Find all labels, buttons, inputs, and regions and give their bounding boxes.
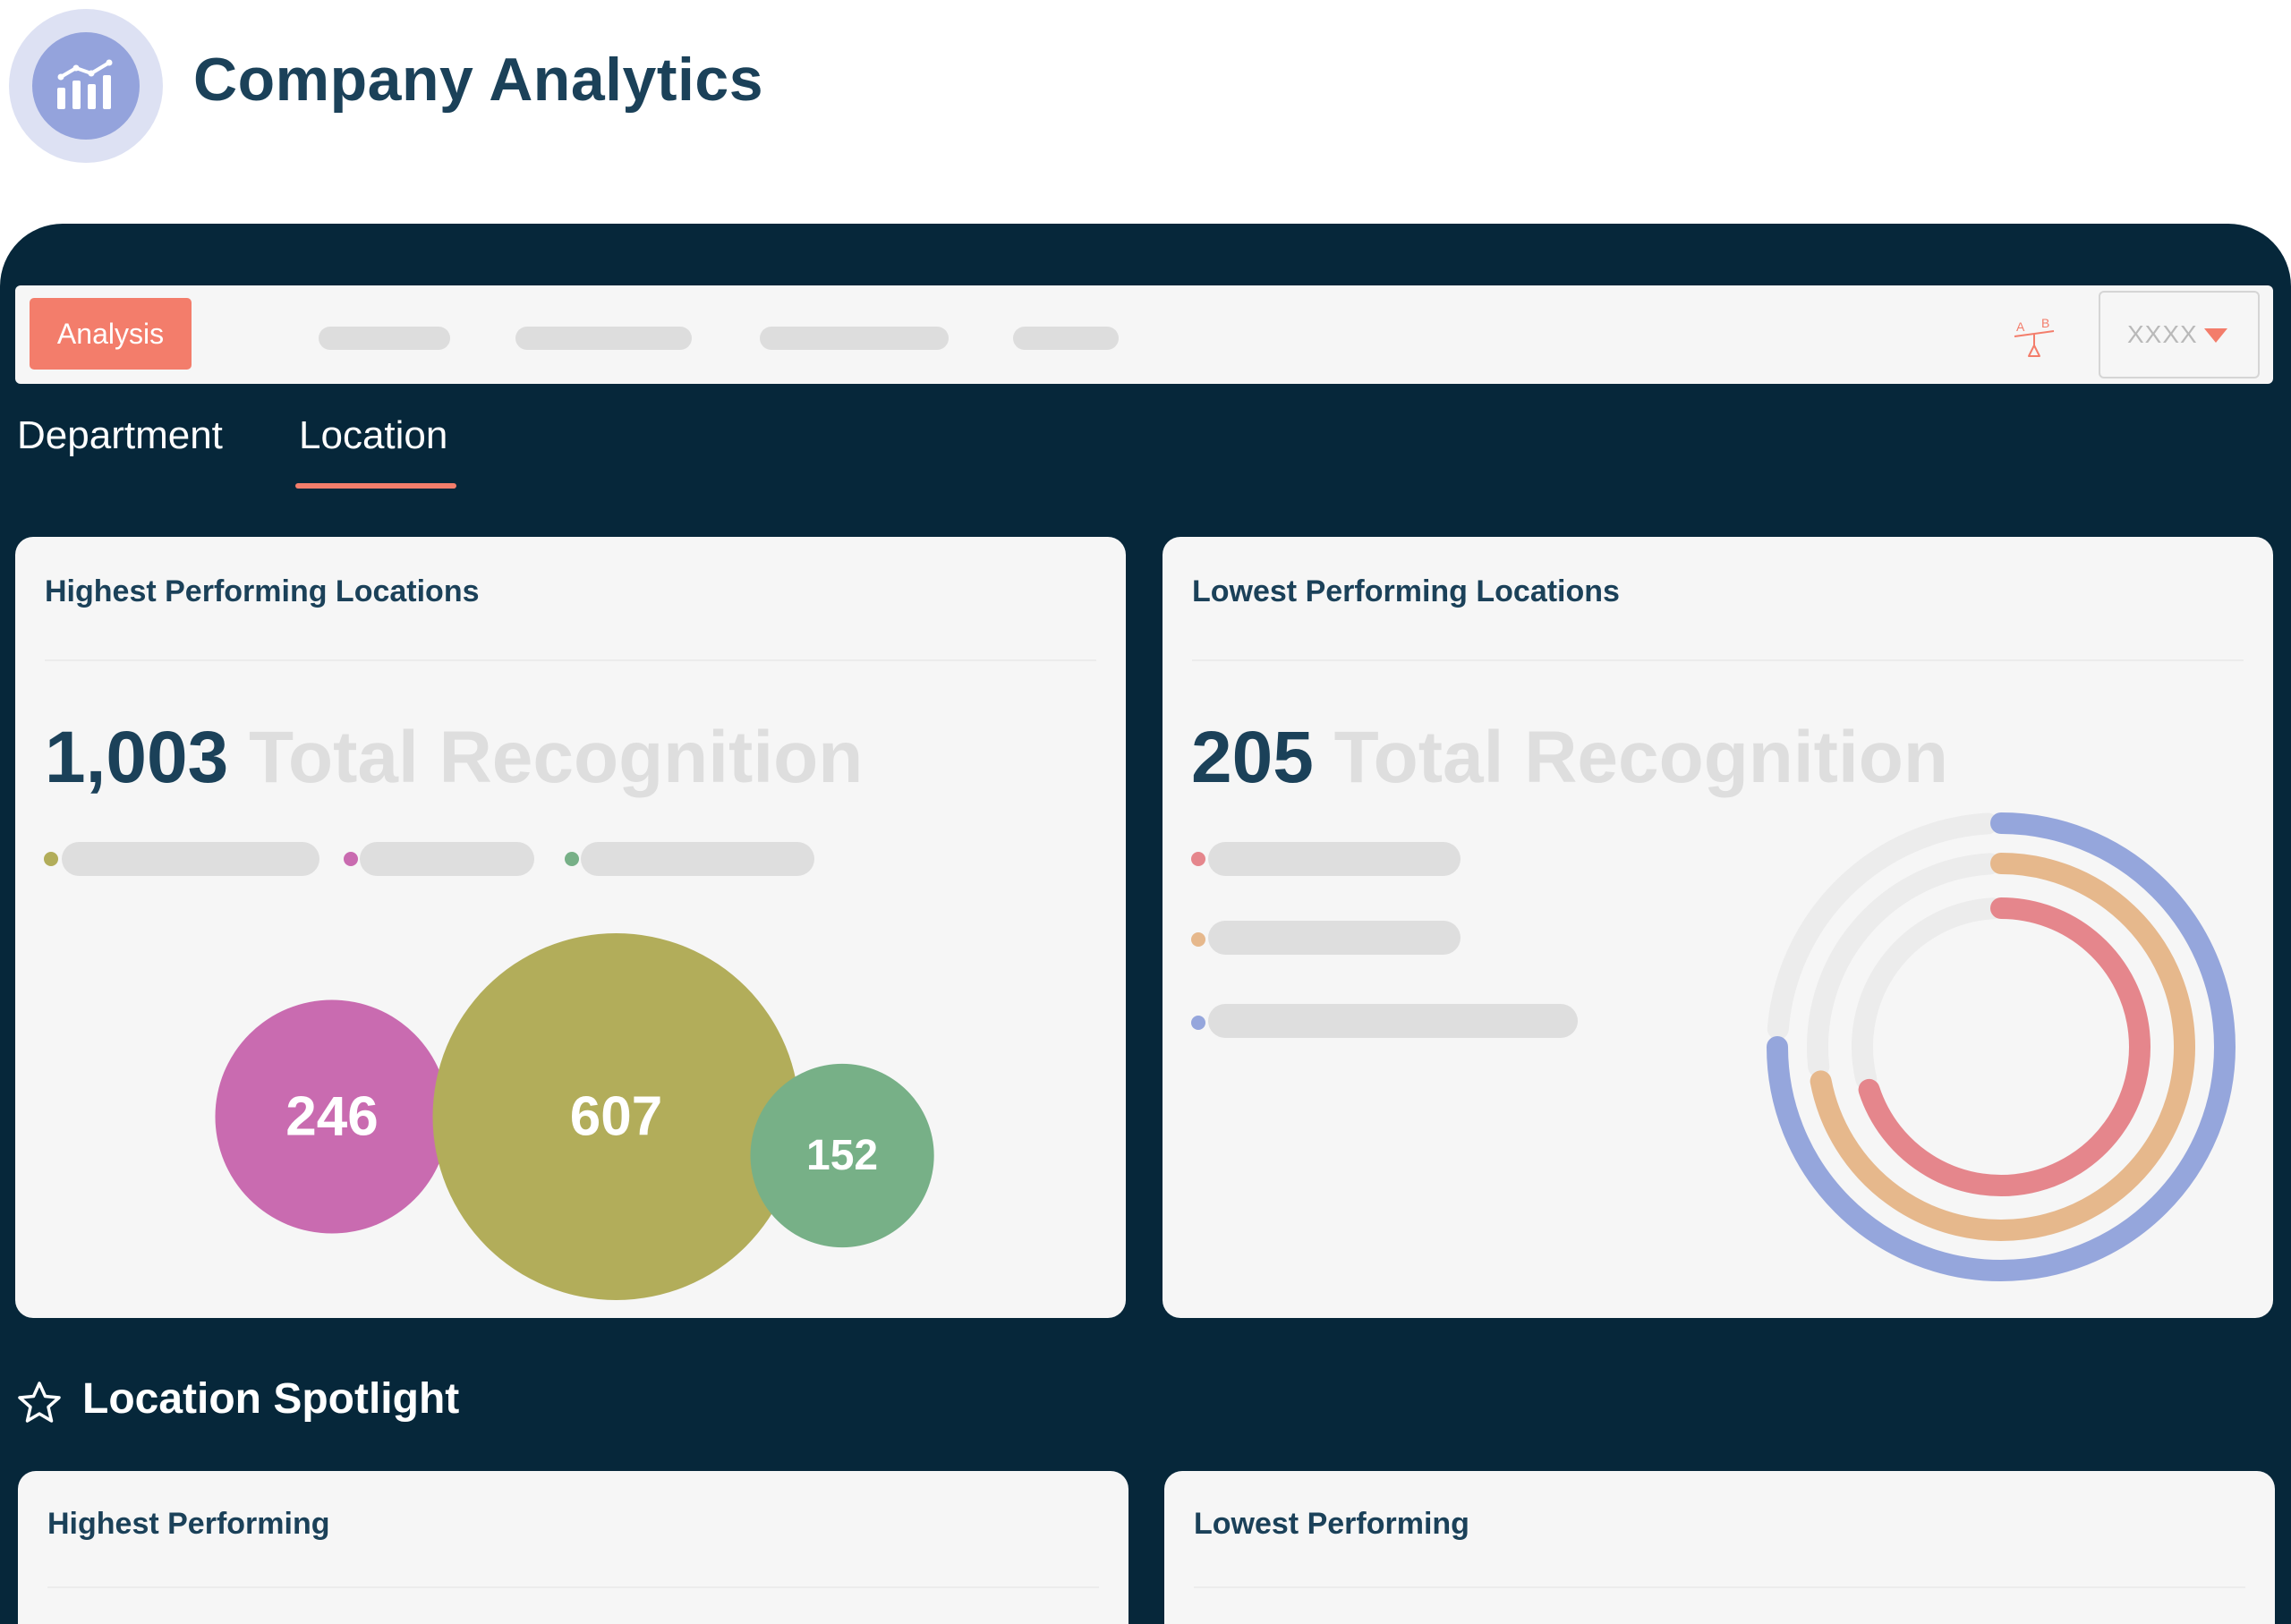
- tab-location[interactable]: Location: [299, 413, 447, 458]
- radial-bar-chart: [1767, 812, 2236, 1281]
- analysis-button[interactable]: Analysis: [30, 298, 192, 370]
- spotlight-highest-card: Highest Performing: [18, 1471, 1128, 1624]
- caret-down-icon: [2204, 328, 2227, 343]
- total-value: 1,003: [45, 717, 229, 798]
- card-title: Highest Performing: [47, 1507, 330, 1541]
- active-tab-indicator: [295, 483, 456, 489]
- nav-placeholder[interactable]: [760, 327, 949, 350]
- nav-placeholder[interactable]: [515, 327, 692, 350]
- bubble-label: 607: [570, 1086, 662, 1148]
- toolbar: Analysis A B XXXX: [15, 285, 2273, 384]
- nav-placeholder[interactable]: [319, 327, 450, 350]
- spotlight-lowest-card: Lowest Performing: [1164, 1471, 2275, 1624]
- total-label: Total Recognition: [1333, 717, 1948, 798]
- divider: [1194, 1586, 2245, 1588]
- total-value: 205: [1191, 717, 1314, 798]
- select-value: XXXX: [2127, 320, 2198, 348]
- lowest-total: 205 Total Recognition: [1191, 716, 1948, 800]
- app-logo: [9, 9, 163, 163]
- location-select[interactable]: XXXX: [2099, 291, 2260, 378]
- bubble-chart: 246 607 152: [215, 933, 934, 1300]
- section-title: Location Spotlight: [82, 1375, 460, 1423]
- svg-text:A: A: [2016, 319, 2025, 334]
- highest-performing-card: Highest Performing Locations 246 607 152: [15, 537, 1126, 1318]
- total-label: Total Recognition: [249, 717, 864, 798]
- bubble-label: 246: [285, 1086, 378, 1148]
- page-title: Company Analytics: [193, 46, 764, 114]
- nav-placeholder[interactable]: [1013, 327, 1119, 350]
- bubble-label: 152: [806, 1132, 878, 1179]
- lowest-performing-card: Lowest Performing Locations: [1163, 537, 2273, 1318]
- radial-track: [1852, 897, 2004, 1090]
- star-icon: [16, 1380, 63, 1426]
- divider: [47, 1586, 1099, 1588]
- bar-chart-icon: [32, 32, 140, 140]
- highest-total: 1,003 Total Recognition: [45, 716, 863, 800]
- svg-text:B: B: [2041, 316, 2049, 330]
- tab-department[interactable]: Department: [17, 413, 223, 458]
- card-title: Lowest Performing: [1194, 1507, 1469, 1541]
- ab-test-icon[interactable]: A B: [2011, 315, 2059, 360]
- app-header: Company Analytics: [0, 0, 2291, 224]
